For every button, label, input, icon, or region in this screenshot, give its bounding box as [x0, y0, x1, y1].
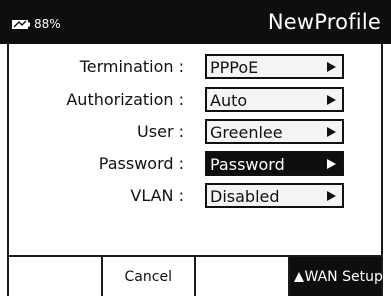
authorization-value: Auto [210, 91, 248, 110]
battery-icon [12, 20, 30, 29]
user-value: Greenlee [210, 123, 283, 142]
user-label: User : [137, 122, 184, 141]
cancel-button[interactable]: Cancel [100, 257, 194, 296]
softkey-bar: Cancel WAN Setup [7, 255, 383, 296]
password-label: Password : [98, 154, 184, 173]
cancel-button-label: Cancel [124, 269, 172, 285]
softkey-1[interactable] [7, 257, 101, 296]
termination-field[interactable]: PPPoE [205, 54, 344, 79]
up-triangle-icon [293, 272, 304, 282]
termination-row: Termination : PPPoE [9, 54, 381, 80]
vlan-field[interactable]: Disabled [205, 183, 344, 208]
authorization-row: Authorization : Auto [9, 87, 381, 113]
settings-panel: Termination : PPPoE Authorization : Auto… [7, 44, 383, 255]
header-bar: 88% NewProfile [0, 0, 391, 44]
authorization-field[interactable]: Auto [205, 87, 344, 112]
termination-value: PPPoE [210, 58, 259, 77]
profile-screen: 88% NewProfile Termination : PPPoE Autho… [0, 0, 391, 296]
right-arrow-icon [327, 127, 336, 137]
password-value: Password [210, 155, 285, 174]
password-field[interactable]: Password [205, 151, 344, 176]
vlan-value: Disabled [210, 187, 280, 206]
right-arrow-icon [327, 191, 336, 201]
wan-setup-button[interactable]: WAN Setup [287, 257, 383, 296]
softkey-3[interactable] [194, 257, 288, 296]
authorization-label: Authorization : [66, 90, 184, 109]
wan-setup-label-wrap: WAN Setup [293, 269, 383, 285]
vlan-row: VLAN : Disabled [9, 183, 381, 209]
termination-label: Termination : [79, 57, 184, 76]
right-arrow-icon [327, 62, 336, 72]
right-arrow-icon [327, 95, 336, 105]
right-arrow-icon [327, 159, 336, 169]
page-title: NewProfile [267, 10, 381, 34]
vlan-label: VLAN : [130, 186, 184, 205]
battery-percent: 88% [34, 17, 61, 31]
user-field[interactable]: Greenlee [205, 119, 344, 144]
user-row: User : Greenlee [9, 119, 381, 145]
password-row: Password : Password [9, 151, 381, 177]
wan-setup-label: WAN Setup [304, 269, 383, 285]
